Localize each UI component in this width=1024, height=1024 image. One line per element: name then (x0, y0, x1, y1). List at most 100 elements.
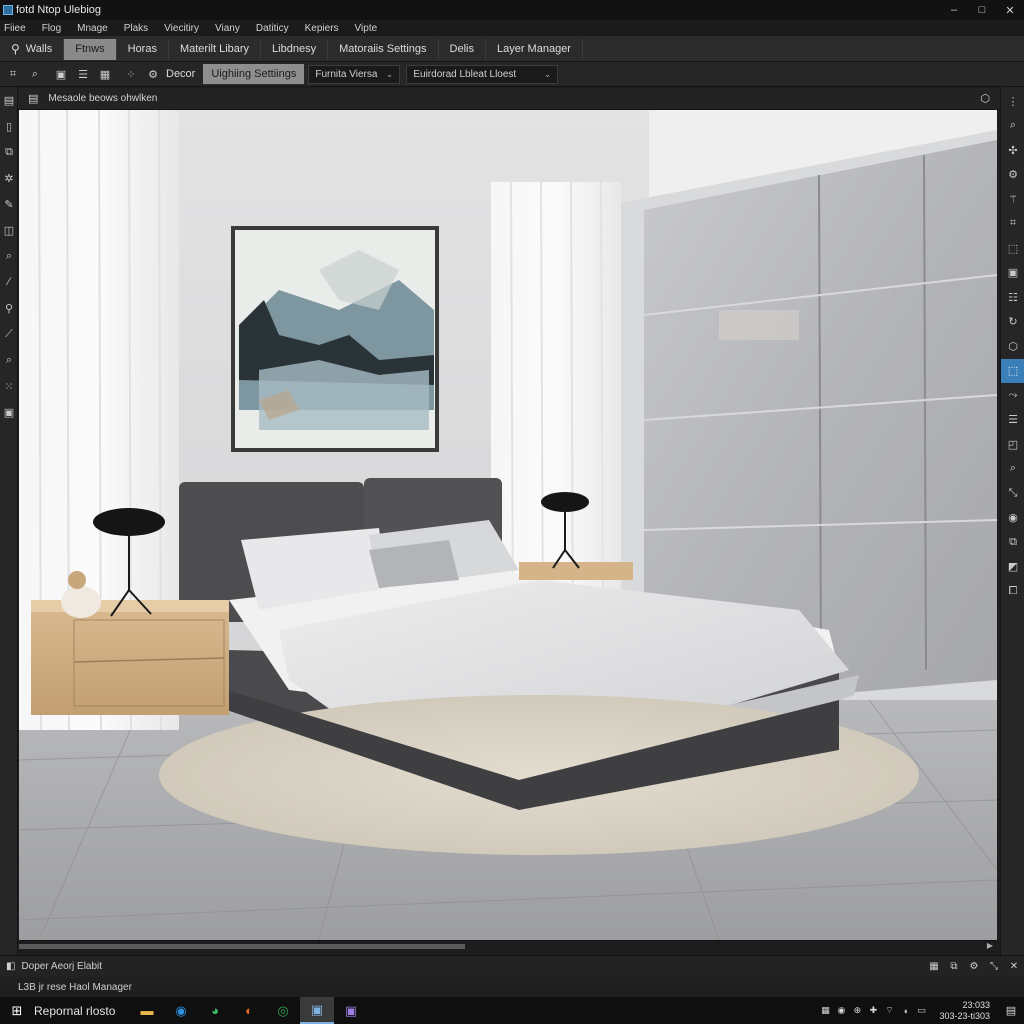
browser-icon[interactable]: ◉ (164, 997, 198, 1024)
search-icon[interactable]: ⌕ (24, 64, 46, 84)
grid-icon[interactable]: ▦ (924, 961, 944, 972)
tray-icon[interactable]: ▦ (817, 1005, 833, 1016)
layers-icon[interactable]: ⧉ (0, 139, 18, 165)
menu-item-5[interactable]: Viecitiry (156, 23, 207, 34)
grip-icon[interactable]: ⋮ (1001, 89, 1024, 114)
horizontal-scrollbar[interactable]: ▶ (19, 940, 997, 952)
path-icon[interactable]: ⤳ (1001, 383, 1024, 408)
grid-icon[interactable]: ▤ (28, 92, 38, 105)
tab-3[interactable]: Horas (117, 38, 169, 60)
pin-icon[interactable]: ⚲ (0, 295, 18, 321)
right-tool-rail: ⋮ ⌕ ✣ ⚙ ⚚ ⌗ ⬚ ▣ ☷ ↻ ⬡ ⬚ ⤳ ☰ ◰ ⌕ ⤡ ◉ ⧉ ◩ … (1000, 87, 1024, 957)
battery-icon[interactable]: ▭ (913, 1005, 929, 1016)
tab-5[interactable]: Libdnesy (261, 38, 329, 60)
scroll-right-icon[interactable]: ▶ (987, 941, 993, 950)
menu-item-7[interactable]: Datiticy (248, 23, 297, 34)
firefox-icon[interactable]: ◐ (232, 997, 266, 1024)
plus-icon[interactable]: ✣ (1001, 138, 1024, 163)
tab-active[interactable]: Ftnws (64, 38, 117, 60)
gear-icon[interactable]: ✲ (0, 165, 18, 191)
gear-icon[interactable]: ⚙ (1001, 163, 1024, 188)
collapse-icon[interactable]: ⤡ (984, 961, 1004, 972)
volume-icon[interactable]: ◖ (897, 1006, 913, 1016)
export-icon[interactable]: ◩ (1001, 555, 1024, 580)
nodes-icon[interactable]: ⁙ (0, 373, 18, 399)
design-app-icon[interactable]: ▣ (300, 997, 334, 1024)
image-icon[interactable]: ▣ (50, 64, 72, 84)
rotate-icon[interactable]: ↻ (1001, 310, 1024, 335)
zoom-icon[interactable]: ⌕ (1001, 457, 1024, 482)
taskbar-search[interactable]: Repornal rlosto (34, 1004, 130, 1018)
tab-layer-manager[interactable]: Layer Manager (486, 38, 583, 60)
decor-label[interactable]: Decor (166, 68, 195, 80)
menu-item-6[interactable]: Viany (207, 23, 248, 34)
pen-icon[interactable]: ✎ (0, 191, 18, 217)
menu-item-8[interactable]: Kepiers (297, 23, 347, 34)
maximize-button[interactable]: □ (968, 0, 996, 20)
dims-icon[interactable]: ⤡ (1001, 481, 1024, 506)
copy-icon[interactable]: ⧉ (1001, 530, 1024, 555)
search-icon[interactable]: ⌕ (1001, 114, 1024, 139)
table-icon[interactable]: ☷ (1001, 285, 1024, 310)
furniture-select[interactable]: Furnita Viersa ⌄ (308, 64, 401, 84)
crop-icon[interactable]: ⌗ (2, 64, 24, 84)
pin-icon: ⚲ (11, 42, 20, 56)
grid-icon[interactable]: ▤ (0, 87, 18, 113)
notification-icon[interactable]: ▤ (998, 1004, 1024, 1017)
tab-material-library[interactable]: Materilt Libary (169, 38, 262, 60)
windows-start-icon[interactable]: ⊞ (0, 997, 34, 1024)
menu-item-9[interactable]: Vipte (347, 23, 386, 34)
document-icon[interactable]: ▯ (0, 113, 18, 139)
align-icon[interactable]: ☰ (1001, 408, 1024, 433)
folder-icon[interactable]: ▬ (130, 997, 164, 1024)
expand-icon[interactable]: ⬡ (980, 92, 990, 105)
render-app-icon[interactable]: ▣ (334, 997, 368, 1024)
lighting-settings-button[interactable]: Uighiing Settiings (203, 64, 305, 84)
tray-icon[interactable]: ✚ (865, 1005, 881, 1016)
menu-item-file[interactable]: Fiiee (0, 23, 34, 34)
render-viewport[interactable] (19, 110, 997, 940)
gear-icon[interactable]: ⚙ (964, 961, 984, 972)
wand-icon[interactable]: ⚚ (1001, 187, 1024, 212)
pencil-icon[interactable]: ∕ (0, 269, 18, 295)
box-icon[interactable]: ▣ (0, 399, 18, 425)
search-icon[interactable]: ⌕ (0, 243, 18, 269)
tab-materials-settings[interactable]: Matoraiis Settings (328, 38, 439, 60)
ruler-icon[interactable]: ⟋ (0, 321, 18, 347)
transform-icon[interactable]: ⬚ (1001, 236, 1024, 261)
close-button[interactable]: ✕ (996, 0, 1024, 20)
image-icon[interactable]: ▣ (1001, 261, 1024, 286)
crop-icon[interactable]: ⌗ (1001, 212, 1024, 237)
tab-label: Horas (127, 43, 157, 55)
menu-item-4[interactable]: Plaks (116, 23, 156, 34)
network-icon[interactable]: ⌔ (881, 1005, 897, 1016)
cube-icon[interactable]: ⬡ (1001, 334, 1024, 359)
eye-icon[interactable]: ◉ (1001, 506, 1024, 531)
table-icon[interactable]: ▦ (94, 64, 116, 84)
list-icon[interactable]: ☰ (72, 64, 94, 84)
minimize-button[interactable]: – (940, 0, 968, 20)
close-icon[interactable]: ✕ (1004, 961, 1024, 972)
scrollbar-thumb[interactable] (19, 944, 465, 949)
gear-icon[interactable]: ⚙ (142, 64, 164, 84)
menu-item-3[interactable]: Mnage (69, 23, 116, 34)
chat-icon[interactable]: ◕ (198, 997, 232, 1024)
nodes-icon[interactable]: ⁘ (120, 64, 142, 84)
tab-7[interactable]: Delis (439, 38, 486, 60)
tab-walls[interactable]: ⚲ Walls (0, 38, 65, 60)
window-controls: – □ ✕ (940, 0, 1024, 20)
chevron-down-icon: ⌄ (543, 68, 552, 79)
environment-select-value: Euirdorad Lbleat Lloest (413, 68, 517, 80)
clock[interactable]: 23:033 303-23-ti303 (939, 1000, 990, 1022)
layers-icon[interactable]: ⧉ (944, 961, 964, 972)
tray-icon[interactable]: ◉ (833, 1005, 849, 1016)
comment-icon[interactable]: ◰ (1001, 432, 1024, 457)
magnifier-icon[interactable]: ⌕ (0, 347, 18, 373)
menu-item-2[interactable]: Flog (34, 23, 69, 34)
link-icon[interactable]: ⧠ (1001, 579, 1024, 604)
chrome-icon[interactable]: ◎ (266, 997, 300, 1024)
frame-icon[interactable]: ◫ (0, 217, 18, 243)
environment-select[interactable]: Euirdorad Lbleat Lloest ⌄ (406, 64, 559, 84)
select-icon[interactable]: ⬚ (1001, 358, 1024, 383)
tray-icon[interactable]: ⊕ (849, 1005, 865, 1016)
